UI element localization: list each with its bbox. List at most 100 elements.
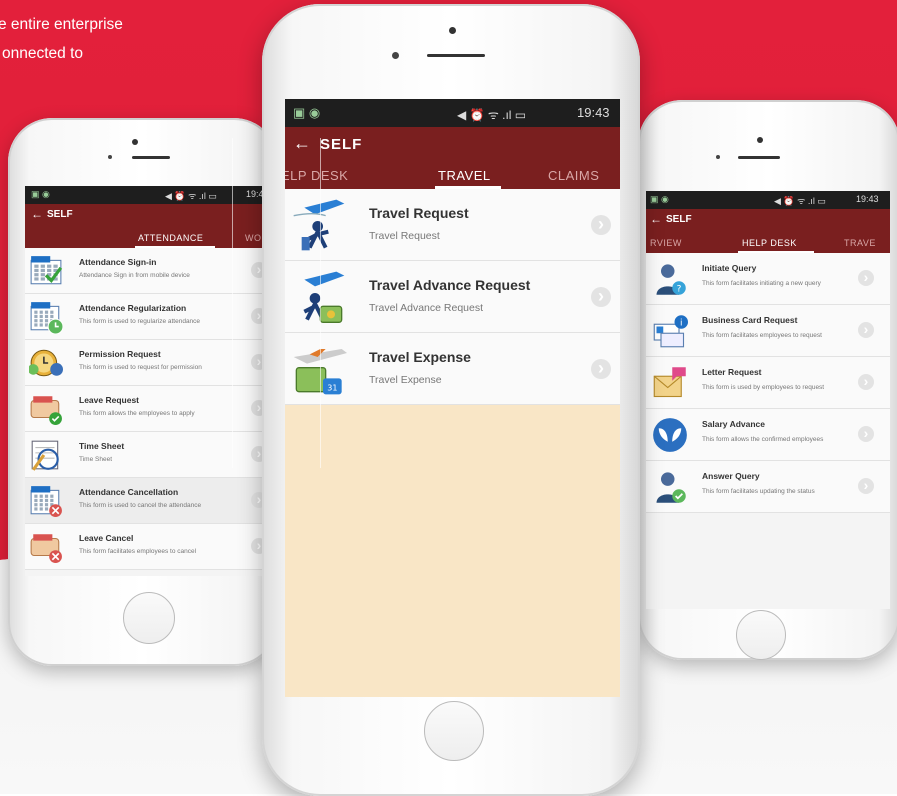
- center-phone-camera: [449, 27, 456, 34]
- center-phone-speaker: [427, 54, 485, 57]
- item-title: Salary Advance: [702, 419, 765, 429]
- calendar-check-icon: [29, 254, 63, 293]
- tagline-line-2: onnected to: [2, 45, 84, 62]
- item-subtitle: Attendance Sign in from mobile device: [79, 272, 190, 279]
- right-phone-camera: [757, 137, 763, 143]
- tab-help-desk[interactable]: ELP DESK: [285, 168, 348, 183]
- back-arrow-icon[interactable]: ←: [293, 133, 311, 154]
- leave-cancel-icon: [29, 530, 63, 569]
- chevron-right-icon[interactable]: ›: [858, 478, 874, 494]
- chevron-right-icon[interactable]: ›: [591, 287, 611, 307]
- tab-claims[interactable]: CLAIMS: [548, 168, 599, 183]
- left-phone-speaker: [132, 156, 170, 159]
- left-phone-home-button[interactable]: [123, 592, 175, 644]
- tagline-line-1: e entire enterprise: [0, 16, 123, 33]
- item-title: Attendance Cancellation: [79, 487, 179, 497]
- app-bar: ← SELF: [285, 127, 620, 161]
- item-title: Time Sheet: [79, 441, 125, 451]
- item-subtitle: Travel Expense: [369, 374, 442, 386]
- list-item[interactable]: Attendance Cancellation This form is used…: [25, 478, 275, 524]
- notification-icons: ▣ ◉: [293, 105, 321, 120]
- chevron-right-icon[interactable]: ›: [858, 426, 874, 442]
- list-item[interactable]: Answer Query This form facilitates updati…: [646, 461, 890, 513]
- list-item[interactable]: Letter Request This form is used by emplo…: [646, 357, 890, 409]
- guide-line: [232, 138, 233, 468]
- tab-bar: ATTENDANCE WOR: [25, 226, 275, 248]
- item-title: Travel Expense: [369, 349, 471, 365]
- chevron-right-icon[interactable]: ›: [858, 322, 874, 338]
- list-item[interactable]: 31 Travel Expense Travel Expense ›: [285, 333, 620, 405]
- left-phone: ▣ ◉ ◀ ⏰ ᯤ .ıl ▭ 19:43 ← SELF ATTENDANCE …: [8, 118, 278, 666]
- item-title: Initiate Query: [702, 263, 757, 273]
- person-answer-icon: [652, 469, 688, 510]
- app-title: SELF: [320, 136, 363, 153]
- chevron-right-icon[interactable]: ›: [858, 270, 874, 286]
- svg-text:i: i: [680, 318, 683, 328]
- list-item[interactable]: i Business Card Request This form facilita…: [646, 305, 890, 357]
- right-phone-screen: ▣ ◉ ◀ ⏰ ᯤ .ıl ▭ 19:43 ← SELF RVIEW HELP …: [646, 191, 890, 609]
- item-subtitle: This form facilitates initiating a new q…: [702, 280, 821, 287]
- app-title: SELF: [47, 209, 73, 220]
- tab-bar: ELP DESK TRAVEL CLAIMS: [285, 161, 620, 189]
- list-item[interactable]: Permission Request This form is used to r…: [25, 340, 275, 386]
- timesheet-icon: [29, 438, 63, 477]
- item-title: Leave Cancel: [79, 533, 134, 543]
- guide-line: [320, 138, 321, 468]
- item-title: Attendance Regularization: [79, 303, 187, 313]
- status-time: 19:43: [577, 105, 610, 120]
- list-item[interactable]: Attendance Regularization This form is us…: [25, 294, 275, 340]
- list-item[interactable]: Travel Request Travel Request ›: [285, 189, 620, 261]
- left-phone-camera: [132, 139, 138, 145]
- item-subtitle: This form is used by employees to reques…: [702, 384, 825, 391]
- back-arrow-icon[interactable]: ←: [31, 207, 43, 221]
- list-item[interactable]: Time Sheet Time Sheet ›: [25, 432, 275, 478]
- item-subtitle: This form is used to request for permiss…: [79, 364, 202, 371]
- travel-plane-icon: [291, 197, 347, 258]
- status-bar: ▣ ◉ ◀ ⏰ ᯤ .ıl ▭ 19:43: [646, 191, 890, 209]
- chevron-right-icon[interactable]: ›: [858, 374, 874, 390]
- status-bar: ▣ ◉ ◀ ⏰ ᯤ .ıl ▭ 19:43: [25, 186, 275, 204]
- item-subtitle: This form facilitates updating the statu…: [702, 488, 815, 495]
- item-title: Permission Request: [79, 349, 161, 359]
- right-phone: ▣ ◉ ◀ ⏰ ᯤ .ıl ▭ 19:43 ← SELF RVIEW HELP …: [638, 100, 897, 660]
- tab-travel[interactable]: TRAVE: [844, 238, 876, 248]
- list-item[interactable]: Salary Advance This form allows the confi…: [646, 409, 890, 461]
- right-phone-sensor: [716, 155, 720, 159]
- tab-travel[interactable]: TRAVEL: [438, 168, 491, 183]
- chevron-right-icon[interactable]: ›: [591, 359, 611, 379]
- list-item[interactable]: Travel Advance Request Travel Advance Req…: [285, 261, 620, 333]
- status-time: 19:43: [856, 194, 879, 204]
- travel-expense-icon: 31: [291, 341, 347, 402]
- tab-bar: RVIEW HELP DESK TRAVE: [646, 231, 890, 253]
- leave-approve-icon: [29, 392, 63, 431]
- status-bar: ▣ ◉ ◀ ⏰ ᯤ .ıl ▭ 19:43: [285, 99, 620, 127]
- list-item[interactable]: Leave Request This form allows the employ…: [25, 386, 275, 432]
- right-phone-home-button[interactable]: [736, 610, 786, 660]
- item-subtitle: Time Sheet: [79, 456, 112, 463]
- center-phone: ▣ ◉ ◀ ⏰ ᯤ .ıl ▭ 19:43 ← SELF ELP DESK TR…: [262, 4, 640, 796]
- tagline: e entire enterprise onnected to: [0, 10, 123, 68]
- item-subtitle: Travel Advance Request: [369, 302, 484, 314]
- list-item[interactable]: Attendance Sign-in Attendance Sign in fro…: [25, 248, 275, 294]
- back-arrow-icon[interactable]: ←: [650, 212, 662, 226]
- tab-help-desk[interactable]: HELP DESK: [742, 238, 797, 248]
- tab-overview[interactable]: RVIEW: [650, 238, 682, 248]
- item-title: Business Card Request: [702, 315, 798, 325]
- item-subtitle: This form allows the employees to apply: [79, 410, 195, 417]
- chevron-right-icon[interactable]: ›: [591, 215, 611, 235]
- item-subtitle: Travel Request: [369, 230, 440, 242]
- center-phone-home-button[interactable]: [424, 701, 484, 761]
- notification-icons: ▣ ◉: [650, 194, 669, 204]
- center-phone-screen: ▣ ◉ ◀ ⏰ ᯤ .ıl ▭ 19:43 ← SELF ELP DESK TR…: [285, 99, 620, 697]
- app-bar: ← SELF: [25, 204, 275, 226]
- list-item[interactable]: ? Initiate Query This form facilitates ini…: [646, 253, 890, 305]
- list-item[interactable]: Leave Cancel This form facilitates employ…: [25, 524, 275, 570]
- right-phone-speaker: [738, 156, 780, 159]
- item-subtitle: This form is used to cancel the attendan…: [79, 502, 202, 509]
- item-title: Travel Request: [369, 205, 469, 221]
- clock-person-icon: [27, 346, 63, 385]
- center-phone-sensor: [392, 52, 399, 59]
- tab-attendance[interactable]: ATTENDANCE: [138, 233, 203, 243]
- calendar-clock-icon: [29, 300, 64, 339]
- item-title: Travel Advance Request: [369, 277, 531, 293]
